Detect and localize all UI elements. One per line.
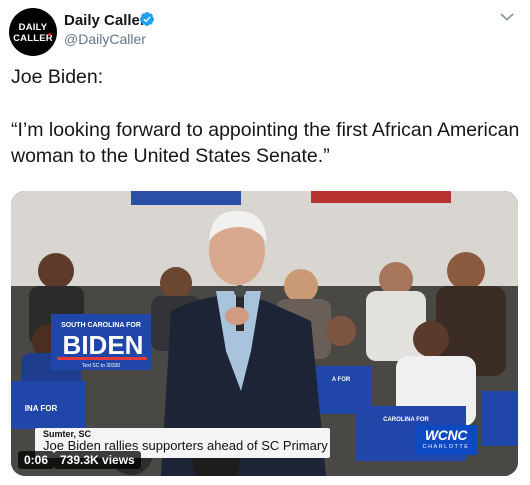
avatar[interactable]: DAILY CALLER bbox=[9, 8, 57, 56]
svg-text:SOUTH CAROLINA FOR: SOUTH CAROLINA FOR bbox=[61, 322, 141, 329]
tweet-text-line-1: Joe Biden: bbox=[11, 66, 104, 88]
video-player[interactable]: SOUTH CAROLINA FOR BIDEN Text SC to 3033… bbox=[11, 191, 518, 476]
author-name[interactable]: Daily Caller bbox=[64, 12, 146, 29]
video-elapsed-time: 0:06 bbox=[18, 451, 55, 469]
svg-text:INA FOR: INA FOR bbox=[25, 404, 58, 413]
svg-text:Text SC to 30330: Text SC to 30330 bbox=[82, 363, 121, 369]
avatar-dot bbox=[48, 33, 51, 36]
chevron-down-icon[interactable] bbox=[500, 12, 514, 22]
svg-text:CAROLINA FOR: CAROLINA FOR bbox=[383, 417, 429, 423]
station-city: CHARLOTTE bbox=[422, 444, 470, 450]
tweet-text-quote: “I’m looking forward to appointing the f… bbox=[11, 119, 520, 167]
avatar-line-1: DAILY bbox=[18, 22, 48, 33]
station-logo-text: WCNC bbox=[424, 427, 468, 443]
tweet-card: DAILY CALLER Daily Caller @DailyCaller J… bbox=[0, 0, 530, 485]
station-logo: WCNC CHARLOTTE bbox=[415, 425, 477, 455]
video-view-count: 739.3K views bbox=[54, 451, 141, 469]
verified-badge-icon bbox=[140, 12, 154, 26]
author-handle[interactable]: @DailyCaller bbox=[64, 31, 146, 47]
svg-text:BIDEN: BIDEN bbox=[63, 330, 144, 360]
svg-text:A FOR: A FOR bbox=[332, 377, 351, 383]
